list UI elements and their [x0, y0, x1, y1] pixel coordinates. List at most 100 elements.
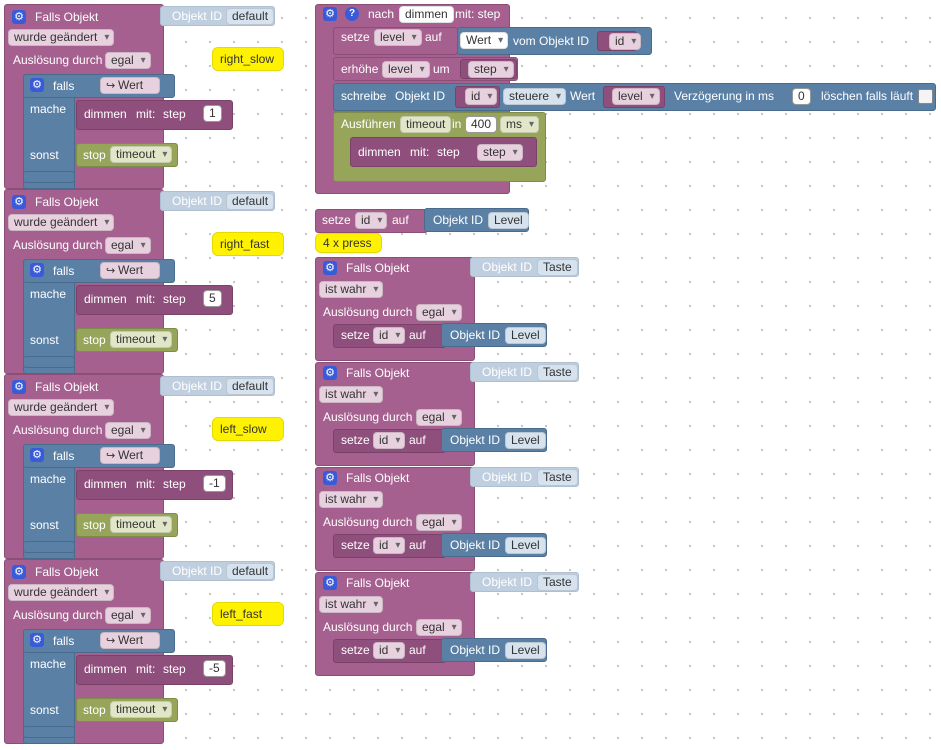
gear-icon[interactable]: ⚙	[323, 261, 337, 275]
object-id-value[interactable]: Taste	[537, 259, 578, 276]
id-variable-dropdown[interactable]: id	[373, 642, 406, 659]
object-id-value[interactable]: default	[226, 563, 275, 580]
object-id-value[interactable]: default	[226, 8, 275, 25]
ausloesung-dropdown[interactable]: egal	[105, 607, 151, 624]
id-variable-dropdown[interactable]: id	[373, 537, 406, 554]
falls-if-footer	[23, 356, 75, 368]
object-id-value[interactable]: Level	[505, 642, 546, 659]
timeout-name-field[interactable]: timeout	[400, 116, 452, 133]
step-value-input[interactable]: 1	[203, 105, 222, 122]
object-id-value[interactable]: Level	[505, 327, 546, 344]
comment-text: left_slow	[220, 422, 267, 436]
gear-icon[interactable]: ⚙	[12, 10, 26, 24]
falls-keyword: falls	[53, 634, 75, 648]
comment-text: left_fast	[220, 607, 263, 621]
step-value-input[interactable]: 5	[203, 290, 222, 307]
object-id-value[interactable]: Taste	[537, 469, 578, 486]
wert-dropdown[interactable]: ↪ Wert	[100, 262, 161, 279]
objekt-id-label: Objekt ID	[450, 433, 501, 447]
timeout-dropdown[interactable]: timeout	[110, 146, 173, 163]
id-variable-dropdown[interactable]: id	[373, 327, 406, 344]
objekt-id-label: Objekt ID	[482, 470, 533, 484]
gear-icon[interactable]: ⚙	[12, 565, 26, 579]
ausloesung-label: Auslösung durch	[323, 410, 413, 424]
trigger-dropdown[interactable]: wurde geändert	[8, 29, 115, 46]
step-value-input[interactable]: -5	[203, 660, 226, 677]
gear-icon[interactable]: ⚙	[30, 633, 44, 647]
step-variable-dropdown[interactable]: step	[468, 61, 514, 78]
gear-icon[interactable]: ⚙	[12, 380, 26, 394]
mache-label: mache	[30, 287, 67, 301]
gear-icon[interactable]: ⚙	[323, 366, 337, 380]
condition-dropdown[interactable]: ist wahr	[319, 281, 384, 298]
ausloesung-dropdown[interactable]: egal	[105, 52, 151, 69]
objekt-id-label: Objekt ID	[482, 365, 533, 379]
objekt-id-label: Objekt ID	[450, 538, 501, 552]
step-value-input[interactable]: -1	[203, 475, 226, 492]
trigger-dropdown[interactable]: wurde geändert	[8, 214, 115, 231]
step-label: step	[437, 145, 460, 159]
trigger-dropdown[interactable]: wurde geändert	[8, 584, 115, 601]
stop-label: stop	[83, 333, 106, 347]
delay-input[interactable]: 0	[792, 88, 811, 105]
ms-unit-dropdown[interactable]: ms	[500, 116, 539, 133]
function-name-field[interactable]: dimmen	[399, 6, 454, 23]
falls-if-footer	[23, 171, 75, 183]
wert-dropdown[interactable]: ↪ Wert	[100, 447, 161, 464]
object-id-value[interactable]: Taste	[537, 364, 578, 381]
gear-icon[interactable]: ⚙	[323, 471, 337, 485]
help-icon[interactable]: ?	[345, 7, 359, 21]
object-id-value[interactable]: Taste	[537, 574, 578, 591]
setze-label: setze	[341, 538, 370, 552]
object-id-value[interactable]: default	[226, 378, 275, 395]
id-variable-dropdown[interactable]: id	[465, 88, 498, 105]
setze-label: setze	[322, 213, 351, 227]
comment-text: 4 x press	[323, 236, 372, 250]
id-variable-dropdown[interactable]: id	[609, 33, 642, 50]
id-variable-dropdown[interactable]: id	[373, 432, 406, 449]
object-id-value[interactable]: Level	[505, 432, 546, 449]
level-variable-dropdown[interactable]: level	[374, 29, 422, 46]
timeout-dropdown[interactable]: timeout	[110, 331, 173, 348]
gear-icon[interactable]: ⚙	[30, 263, 44, 277]
falls-objekt-label: Falls Objekt	[346, 366, 410, 380]
wert-dropdown[interactable]: ↪ Wert	[100, 77, 161, 94]
wert-dropdown[interactable]: Wert	[460, 32, 509, 49]
ausloesung-dropdown[interactable]: egal	[105, 237, 151, 254]
vom-objekt-label: vom Objekt ID	[513, 34, 590, 48]
condition-dropdown[interactable]: ist wahr	[319, 386, 384, 403]
ausloesung-dropdown[interactable]: egal	[416, 304, 462, 321]
object-id-value[interactable]: default	[226, 193, 275, 210]
falls-keyword: falls	[53, 449, 75, 463]
loeschen-checkbox[interactable]	[918, 89, 933, 104]
object-id-value[interactable]: Level	[488, 212, 529, 229]
stop-label: stop	[83, 703, 106, 717]
gear-icon[interactable]: ⚙	[323, 576, 337, 590]
gear-icon[interactable]: ⚙	[323, 7, 337, 21]
condition-dropdown[interactable]: ist wahr	[319, 491, 384, 508]
ausloesung-dropdown[interactable]: egal	[105, 422, 151, 439]
id-variable-dropdown[interactable]: id	[355, 212, 388, 229]
gear-icon[interactable]: ⚙	[12, 195, 26, 209]
trigger-dropdown[interactable]: wurde geändert	[8, 399, 115, 416]
function-params-label: mit: step	[455, 7, 501, 21]
comment-text: right_slow	[220, 52, 275, 66]
timeout-ms-input[interactable]: 400	[465, 116, 498, 133]
ausloesung-dropdown[interactable]: egal	[416, 409, 462, 426]
mit-label: mit:	[136, 662, 156, 676]
falls-if-footer	[23, 541, 75, 553]
wert-dropdown[interactable]: ↪ Wert	[100, 632, 161, 649]
gear-icon[interactable]: ⚙	[30, 78, 44, 92]
step-variable-dropdown[interactable]: step	[477, 144, 523, 161]
ausloesung-dropdown[interactable]: egal	[416, 619, 462, 636]
gear-icon[interactable]: ⚙	[30, 448, 44, 462]
level-variable-dropdown[interactable]: level	[382, 61, 430, 78]
level-variable-dropdown[interactable]: level	[612, 88, 660, 105]
object-id-value[interactable]: Level	[505, 537, 546, 554]
steuere-dropdown[interactable]: steuere	[503, 88, 567, 105]
condition-dropdown[interactable]: ist wahr	[319, 596, 384, 613]
timeout-dropdown[interactable]: timeout	[110, 516, 173, 533]
timeout-dropdown[interactable]: timeout	[110, 701, 173, 718]
ausloesung-dropdown[interactable]: egal	[416, 514, 462, 531]
return-arrow-icon: ↪	[106, 450, 116, 462]
